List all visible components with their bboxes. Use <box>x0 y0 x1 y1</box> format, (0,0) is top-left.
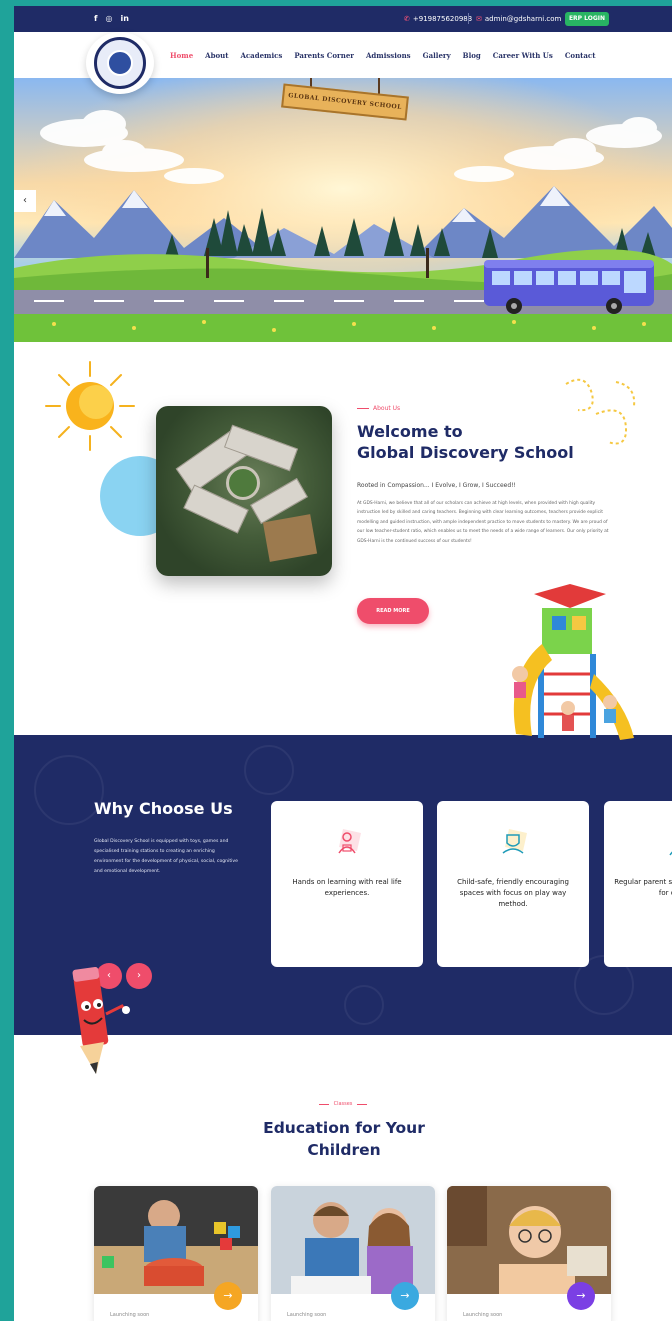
class-arrow-icon[interactable]: → <box>391 1282 419 1310</box>
feature-card-text: Child-safe, friendly encouraging spaces … <box>457 878 569 908</box>
tag-line <box>357 1103 368 1105</box>
class-arrow-icon[interactable]: → <box>567 1282 595 1310</box>
about-tag-label: About Us <box>373 405 401 412</box>
logo-emblem-icon <box>107 50 133 76</box>
class-image-students <box>271 1186 435 1294</box>
about-subtitle: Rooted in Compassion... I Evolve, I Grow… <box>357 482 516 489</box>
class-card[interactable]: → Launching soon <box>447 1186 611 1321</box>
instagram-icon[interactable]: ◎ <box>105 14 112 23</box>
classes-section-tag: Classes <box>14 1101 672 1107</box>
pencil-mascot-icon <box>72 966 130 1074</box>
class-image-reader <box>447 1186 611 1294</box>
hero-illustration <box>14 78 672 342</box>
main-nav: Home About Academics Parents Corner Admissio… <box>14 32 672 94</box>
why-title: Why Choose Us <box>94 799 233 818</box>
parent-session-icon <box>669 851 672 856</box>
school-bus-icon <box>484 260 654 314</box>
social-links: f ◎ in <box>94 14 129 23</box>
phone-icon: ✆ <box>404 15 410 23</box>
class-label: Launching soon <box>287 1312 327 1318</box>
tag-line <box>357 408 369 409</box>
phone-number: +919875620983 <box>412 15 473 23</box>
bg-doodle <box>244 745 294 795</box>
page: f ◎ in ✆ +919875620983 ✉ admin@gdsharni.… <box>14 6 672 1321</box>
hero-slider: GLOBAL DISCOVERY SCHOOL ‹ <box>14 78 672 342</box>
nav-item-blog[interactable]: Blog <box>463 51 481 60</box>
campus-aerial-image <box>156 406 332 576</box>
nav-item-career-with-us[interactable]: Career With Us <box>493 51 553 60</box>
hands-on-learning-icon <box>338 829 361 854</box>
feature-card: Regular parent sessions with updates for… <box>604 801 672 967</box>
logo-ring <box>94 37 146 89</box>
nav-item-admissions[interactable]: Admissions <box>366 51 411 60</box>
nav-item-home[interactable]: Home <box>170 51 193 60</box>
bg-doodle <box>344 985 384 1025</box>
nav-item-parents-corner[interactable]: Parents Corner <box>294 51 354 60</box>
topbar-divider <box>468 13 469 24</box>
class-label: Launching soon <box>463 1312 503 1318</box>
about-title-line1: Welcome to <box>357 422 463 441</box>
nav-menu: Home About Academics Parents Corner Admissio… <box>170 51 595 60</box>
feature-card: Hands on learning with real life experie… <box>271 801 423 967</box>
playground-slide-illustration <box>512 584 634 740</box>
hero-prev-arrow-icon[interactable]: ‹ <box>14 190 36 212</box>
facebook-icon[interactable]: f <box>94 14 97 23</box>
nav-item-academics[interactable]: Academics <box>240 51 282 60</box>
classes-title: Education for Your Children <box>263 1119 425 1159</box>
email-address: admin@gdsharni.com <box>484 15 562 23</box>
nav-item-gallery[interactable]: Gallery <box>423 51 451 60</box>
sun-icon <box>45 361 135 451</box>
phone-link[interactable]: ✆ +919875620983 <box>404 15 472 23</box>
why-body-text: Global Discovery School is equipped with… <box>94 839 238 874</box>
class-label: Launching soon <box>110 1312 150 1318</box>
classes-tag-label: Classes <box>333 1101 353 1107</box>
top-bar: f ◎ in ✆ +919875620983 ✉ admin@gdsharni.… <box>14 6 672 32</box>
nav-item-about[interactable]: About <box>205 51 228 60</box>
nav-item-contact[interactable]: Contact <box>565 51 596 60</box>
about-title: Welcome to Global Discovery School <box>357 421 617 463</box>
erp-login-button[interactable]: ERP LOGIN <box>565 12 609 26</box>
tag-line <box>318 1103 329 1105</box>
class-arrow-icon[interactable]: → <box>214 1282 242 1310</box>
feature-card: Child-safe, friendly encouraging spaces … <box>437 801 589 967</box>
about-title-line2: Global Discovery School <box>357 443 574 462</box>
feature-card-text: Regular parent sessions with updates for… <box>614 878 672 897</box>
school-logo[interactable] <box>86 32 154 94</box>
read-more-button[interactable]: READ MORE <box>357 598 429 624</box>
class-card[interactable]: → Launching soon <box>94 1186 258 1321</box>
class-card[interactable]: → Launching soon <box>271 1186 435 1321</box>
linkedin-icon[interactable]: in <box>120 14 128 23</box>
mail-icon: ✉ <box>476 15 482 23</box>
about-section-tag: About Us <box>357 405 400 412</box>
class-image-toddler <box>94 1186 258 1294</box>
about-body-text: At GDS-Harni, we believe that all of our… <box>357 501 609 544</box>
safe-space-icon <box>502 829 527 854</box>
email-link[interactable]: ✉ admin@gdsharni.com <box>476 15 561 23</box>
feature-card-text: Hands on learning with real life experie… <box>292 878 402 897</box>
